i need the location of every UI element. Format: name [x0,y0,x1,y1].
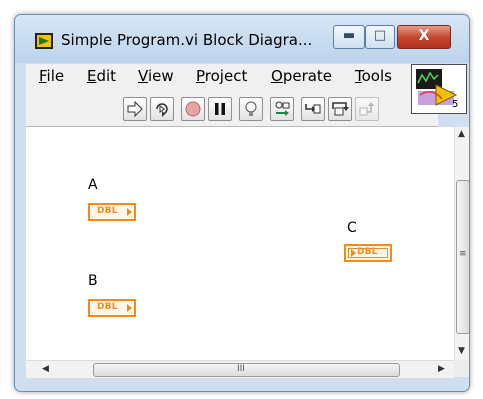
terminal-a-type: DBL [97,206,118,216]
run-continuously-button[interactable] [150,97,174,121]
maximize-icon: □ [373,28,387,43]
vi-connector-icon[interactable]: 5 [411,64,467,114]
labview-block-diagram-icon [35,33,53,49]
menu-view[interactable]: View [138,67,174,85]
horizontal-grip-icon: III [237,364,245,374]
menu-view-label: iew [147,67,174,85]
menu-edit-label: dit [96,67,117,85]
retain-wire-values-button[interactable] [270,97,294,121]
pause-icon [215,103,225,115]
terminal-c-dbl-indicator[interactable]: DBL [344,244,392,262]
step-into-icon [305,104,321,114]
vi-icon-number: 5 [452,99,459,110]
title-bar[interactable]: Simple Program.vi Block Diagra... ▬ □ X [15,15,469,63]
run-arrow-icon [127,100,143,118]
menu-file-label: ile [46,67,65,85]
step-out-button[interactable] [355,97,379,121]
horizontal-scrollbar[interactable]: ◀ III ▶ [26,360,454,378]
menu-bar: File Edit View Project Operate Tools W [26,64,438,90]
retain-wire-values-icon [275,101,290,116]
abort-button[interactable] [181,97,205,121]
minimize-icon: ▬ [342,28,356,43]
menu-file[interactable]: File [39,67,64,85]
scroll-left-arrow-icon[interactable]: ◀ [42,364,49,374]
vertical-scrollbar[interactable]: ▲ ≡ ▼ [454,127,469,360]
terminal-a-output-arrow-icon [127,208,132,216]
resize-grip[interactable] [454,360,469,377]
window-title: Simple Program.vi Block Diagra... [61,31,313,49]
menu-project-label: roject [204,67,248,85]
close-icon: X [418,28,430,44]
highlight-execution-button[interactable] [239,97,263,121]
scroll-right-arrow-icon[interactable]: ▶ [438,364,445,374]
menu-tools-label: ools [361,67,392,85]
vertical-grip-icon: ≡ [459,249,467,259]
highlight-execution-icon [245,101,257,116]
step-out-icon [359,102,374,116]
maximize-button[interactable]: □ [365,25,395,49]
terminal-a-dbl-control[interactable]: DBL [88,203,136,221]
terminal-c-type: DBL [357,247,378,257]
toolbar [26,90,438,127]
run-button[interactable] [123,97,147,121]
scroll-down-arrow-icon[interactable]: ▼ [458,346,465,356]
menu-operate-mnemonic: O [271,67,283,85]
terminal-b-label: B [88,273,98,289]
step-over-icon [332,102,349,116]
menu-file-mnemonic: F [39,67,47,85]
terminal-b-output-arrow-icon [127,304,132,312]
horizontal-scroll-thumb[interactable]: III [93,363,400,377]
menu-operate-label: perate [282,67,333,85]
vertical-scroll-thumb[interactable]: ≡ [456,180,469,334]
block-diagram-window: Simple Program.vi Block Diagra... ▬ □ X … [14,14,470,392]
menu-edit[interactable]: Edit [87,67,116,85]
step-over-button[interactable] [328,97,352,121]
close-button[interactable]: X [397,25,451,49]
step-into-button[interactable] [301,97,325,121]
menu-project-mnemonic: P [196,67,205,85]
menu-tools[interactable]: Tools [355,67,392,85]
scroll-up-arrow-icon[interactable]: ▲ [458,129,465,139]
menu-tools-mnemonic: T [355,67,362,85]
terminal-c-input-arrow-icon [351,249,356,257]
terminal-a-label: A [88,177,98,193]
menu-view-mnemonic: V [138,67,148,85]
menu-operate[interactable]: Operate [271,67,332,85]
block-diagram-canvas[interactable]: A DBL B DBL C DBL [26,127,454,360]
abort-icon [185,101,201,117]
menu-project[interactable]: Project [196,67,247,85]
terminal-c-label: C [347,220,357,236]
run-continuously-icon [156,103,168,117]
pause-button[interactable] [208,97,232,121]
minimize-button[interactable]: ▬ [333,25,365,49]
terminal-b-dbl-control[interactable]: DBL [88,299,136,317]
terminal-b-type: DBL [97,302,118,312]
